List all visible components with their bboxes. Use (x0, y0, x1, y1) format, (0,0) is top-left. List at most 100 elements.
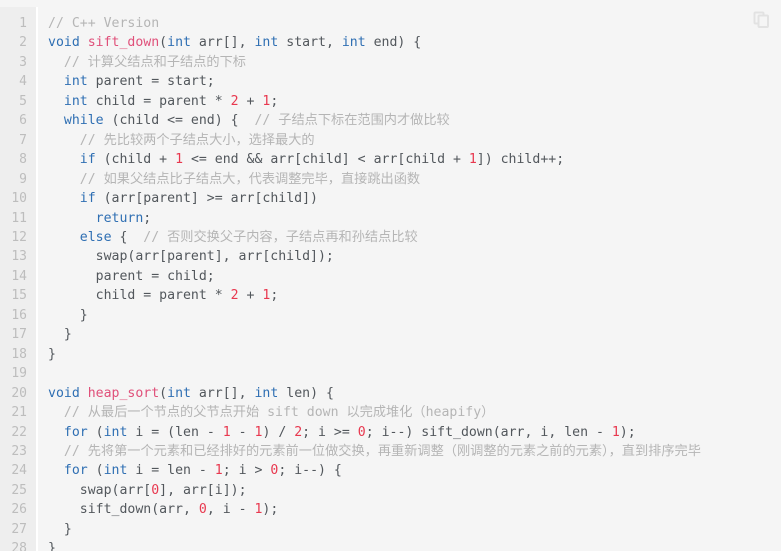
code-line: } (48, 325, 781, 344)
code-token-cm: // 子结点下标在范围内才做比较 (254, 113, 450, 129)
code-token-kw: int (341, 35, 366, 51)
code-token-cm: // 先比较两个子结点大小，选择最大的 (48, 132, 315, 148)
code-token-pl: end) { (365, 35, 422, 51)
code-token-pl: ; i--) sift_down(arr, i, len - (365, 424, 612, 440)
code-token-pl: ); (619, 424, 636, 440)
code-token-pl: } (48, 541, 56, 551)
line-number: 25 (11, 482, 27, 498)
line-number: 27 (11, 521, 27, 537)
code-token-num: 2 (230, 93, 239, 109)
code-line: else { // 否则交换父子内容，子结点再和孙结点比较 (48, 228, 781, 247)
code-line: swap(arr[0], arr[i]); (48, 481, 781, 500)
code-token-kw: while (63, 113, 104, 129)
code-token-kw: int (63, 93, 88, 109)
code-line: swap(arr[parent], arr[child]); (48, 247, 781, 266)
code-token-pl: ( (87, 424, 104, 440)
code-token-kw: if (79, 191, 96, 207)
code-line: // C++ Version (48, 14, 781, 33)
code-token-pl: - (230, 424, 255, 440)
code-token-pl: ( (87, 463, 104, 479)
code-token-fn: sift_down (87, 35, 160, 51)
line-number: 1 (19, 16, 27, 31)
line-number: 17 (11, 327, 27, 343)
line-number: 19 (11, 366, 27, 382)
code-block: 1 2 3 4 5 6 7 8 9 10 11 12 13 14 15 16 17 18 19 20 21 22 23 24 2… (0, 0, 781, 551)
code-line: while (child <= end) { // 子结点下标在范围内才做比较 (48, 111, 781, 130)
line-number: 20 (11, 385, 27, 401)
code-token-kw: int (254, 35, 279, 51)
code-token-pl: ; i--) { (278, 463, 342, 479)
code-token-num: 2 (230, 288, 239, 304)
code-line: parent = child; (48, 267, 781, 286)
code-token-pl: ; (143, 210, 152, 226)
code-token-num: 0 (357, 424, 366, 440)
line-number: 21 (11, 405, 27, 421)
line-number: 15 (11, 288, 27, 304)
line-number: 22 (11, 424, 27, 440)
code-token-num: 1 (175, 152, 184, 168)
code-token-cm: // 先将第一个元素和已经排好的元素前一位做交换，再重新调整（刚调整的元素之前的… (48, 443, 701, 459)
code-token-pl: sift_down(arr, (48, 502, 199, 518)
code-token-num: 1 (468, 152, 477, 168)
code-token-pl: } (48, 346, 56, 362)
code-token-num: 2 (294, 424, 303, 440)
line-number: 3 (19, 54, 27, 70)
line-number: 16 (11, 307, 27, 323)
code-line: // 从最后一个节点的父节点开始 sift down 以完成堆化（heapify… (48, 403, 781, 422)
code-line: } (48, 520, 781, 539)
code-token-kw: return (95, 210, 144, 226)
code-token-kw: int (167, 35, 191, 51)
line-number: 2 (19, 35, 27, 51)
code-token-kw: for (63, 424, 88, 440)
code-token-pl: arr[], (190, 35, 255, 51)
code-token-pl: child = parent * (87, 93, 231, 109)
code-token-pl: ; (270, 93, 279, 109)
code-token-fn: heap_sort (87, 385, 160, 401)
code-token-num: 1 (611, 424, 620, 440)
code-token-pl: ; (270, 288, 279, 304)
code-line: // 先将第一个元素和已经排好的元素前一位做交换，再重新调整（刚调整的元素之前的… (48, 442, 781, 461)
code-token-pl: (child + (95, 152, 176, 168)
code-token-pl: } (48, 327, 72, 343)
code-token-cm: // 如果父结点比子结点大，代表调整完毕，直接跳出函数 (48, 171, 421, 187)
code-line: } (48, 306, 781, 325)
code-token-cm: // 计算父结点和子结点的下标 (48, 54, 246, 70)
line-number: 14 (11, 268, 27, 284)
code-line: sift_down(arr, 0, i - 1); (48, 500, 781, 519)
line-number: 4 (19, 74, 27, 90)
code-token-pl: parent = start; (87, 74, 215, 90)
code-token-kw: for (63, 463, 88, 479)
code-line: // 先比较两个子结点大小，选择最大的 (48, 131, 781, 150)
code-content[interactable]: // C++ Version void sift_down(int arr[], … (38, 7, 781, 551)
code-token-kw: int (63, 74, 88, 90)
code-token-pl: ); (262, 502, 279, 518)
code-token-pl: (child <= end) { (103, 113, 255, 129)
code-token-pl: } (48, 307, 88, 323)
code-line: void sift_down(int arr[], int start, int… (48, 33, 781, 52)
code-line: // 如果父结点比子结点大，代表调整完毕，直接跳出函数 (48, 170, 781, 189)
code-token-pl: , i - (206, 502, 255, 518)
code-token-cm: // C++ Version (48, 16, 160, 31)
line-number-gutter: 1 2 3 4 5 6 7 8 9 10 11 12 13 14 15 16 17 18 19 20 21 22 23 24 2… (0, 7, 38, 551)
line-number: 7 (19, 132, 27, 148)
code-token-kw: void (48, 35, 88, 51)
code-token-kw: if (79, 152, 96, 168)
code-token-num: 0 (151, 482, 160, 498)
line-number: 6 (19, 113, 27, 129)
code-token-kw: int (167, 385, 191, 401)
code-token-pl: } (48, 521, 72, 537)
code-token-pl: i = (len - (127, 424, 223, 440)
line-number: 5 (19, 93, 27, 109)
copy-icon[interactable] (750, 8, 772, 30)
code-line: } (48, 539, 781, 551)
code-token-pl: <= end && arr[child] < arr[child + (183, 152, 469, 168)
code-line: // 计算父结点和子结点的下标 (48, 53, 781, 72)
code-line: for (int i = len - 1; i > 0; i--) { (48, 461, 781, 480)
